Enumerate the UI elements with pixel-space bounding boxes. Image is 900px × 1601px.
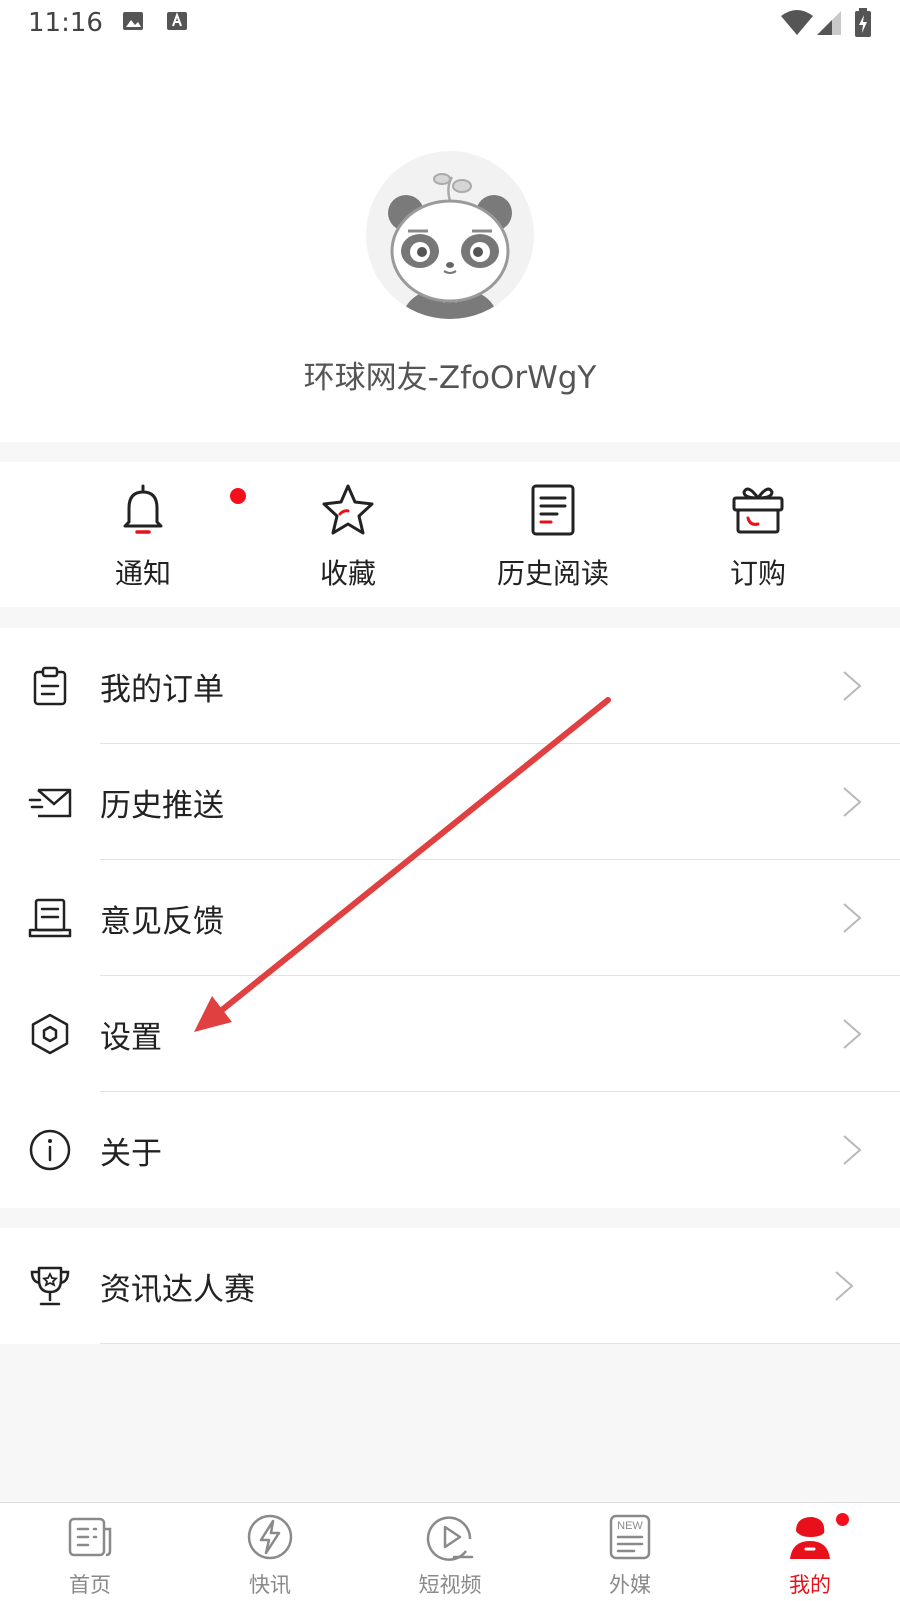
feedback-icon [28, 898, 72, 938]
menu-item-label: 历史推送 [100, 788, 224, 824]
cell-signal-icon [817, 11, 841, 35]
reading-history-button[interactable]: 历史阅读 [453, 462, 653, 607]
hexagon-settings-icon [31, 1013, 69, 1055]
document-icon [531, 484, 575, 536]
trophy-icon [30, 1266, 70, 1306]
chevron-right-icon [843, 1019, 862, 1049]
status-time: 11:16 [28, 8, 103, 38]
username: 环球网友-ZfoOrWgY [303, 360, 597, 396]
menu-item-settings[interactable]: 设置 [0, 976, 900, 1092]
nav-flash-news[interactable]: 快讯 [180, 1503, 360, 1601]
nav-short-video-label: 短视频 [418, 1573, 482, 1597]
chevron-right-icon [843, 787, 862, 817]
menu-item-label: 我的订单 [100, 672, 224, 708]
nav-home[interactable]: 首页 [0, 1503, 180, 1601]
profile-icon [790, 1517, 830, 1559]
chevron-right-icon [835, 1271, 854, 1301]
menu-item-label: 资讯达人赛 [100, 1272, 255, 1308]
nav-flash-news-label: 快讯 [249, 1573, 291, 1597]
image-notification-icon [123, 12, 143, 30]
notification-badge [230, 488, 246, 504]
menu-item-push-history[interactable]: 历史推送 [0, 744, 900, 860]
new-document-icon: NEW [609, 1514, 651, 1560]
nav-foreign-media-label: 外媒 [609, 1573, 651, 1597]
menu-list-secondary: 资讯达人赛 [0, 1228, 900, 1344]
chevron-right-icon [843, 1135, 862, 1165]
nav-foreign-media[interactable]: NEW 外媒 [540, 1503, 720, 1601]
subscribe-label: 订购 [729, 557, 786, 590]
status-bar: 11:16 [0, 0, 900, 48]
menu-item-label: 意见反馈 [100, 904, 224, 940]
subscribe-button[interactable]: 订购 [658, 462, 858, 607]
divider [100, 1343, 900, 1344]
nav-home-label: 首页 [69, 1573, 111, 1597]
info-icon [29, 1129, 71, 1171]
menu-item-news-contest[interactable]: 资讯达人赛 [0, 1228, 900, 1344]
nav-mine-label: 我的 [789, 1573, 831, 1597]
menu-item-feedback[interactable]: 意见反馈 [0, 860, 900, 976]
text-notification-icon [167, 12, 187, 30]
bell-icon [123, 484, 163, 534]
menu-list: 我的订单 历史推送 意见反馈 设置 关于 [0, 628, 900, 1208]
svg-text:NEW: NEW [617, 1520, 643, 1532]
avatar[interactable] [366, 151, 534, 319]
wifi-icon [781, 10, 813, 35]
clipboard-icon [33, 666, 67, 706]
menu-item-label: 设置 [100, 1020, 162, 1056]
favorites-button[interactable]: 收藏 [248, 462, 448, 607]
reading-history-label: 历史阅读 [496, 557, 609, 590]
notifications-button[interactable]: 通知 [43, 462, 246, 607]
chevron-right-icon [843, 671, 862, 701]
quick-actions-bar: 通知 收藏 历史阅读 订购 [0, 462, 900, 607]
menu-item-orders[interactable]: 我的订单 [0, 628, 900, 744]
chevron-right-icon [843, 903, 862, 933]
play-icon [426, 1516, 474, 1561]
nav-badge [836, 1513, 849, 1526]
notifications-label: 通知 [114, 557, 171, 590]
menu-item-about[interactable]: 关于 [0, 1092, 900, 1208]
bottom-navigation: 首页 快讯 短视频 NEW 外媒 我的 [0, 1502, 900, 1601]
news-icon [68, 1517, 112, 1557]
nav-short-video[interactable]: 短视频 [360, 1503, 540, 1601]
battery-icon [855, 8, 871, 37]
star-icon [322, 484, 374, 535]
favorites-label: 收藏 [319, 557, 376, 590]
envelope-icon [28, 788, 72, 818]
panda-avatar-icon [388, 173, 512, 319]
lightning-icon [247, 1514, 293, 1560]
menu-item-label: 关于 [100, 1136, 162, 1172]
nav-mine[interactable]: 我的 [720, 1503, 900, 1601]
gift-box-icon [732, 487, 784, 534]
